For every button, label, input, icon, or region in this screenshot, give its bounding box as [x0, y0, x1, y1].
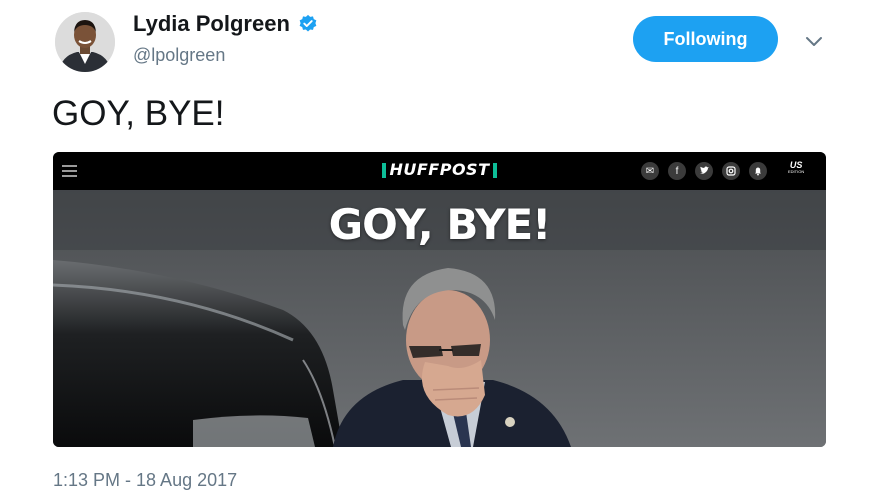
- avatar[interactable]: [55, 12, 115, 72]
- brand-text: HUFFPOST: [389, 160, 490, 179]
- tweet-timestamp[interactable]: 1:13 PM - 18 Aug 2017: [53, 470, 237, 491]
- author-name[interactable]: Lydia Polgreen: [133, 11, 318, 37]
- huffpost-header-bar: HUFFPOST ✉ f US EDITION: [53, 152, 826, 190]
- edition-label: US EDITION: [788, 161, 804, 174]
- edition-sub: EDITION: [788, 169, 805, 174]
- mail-icon: ✉: [641, 162, 659, 180]
- twitter-icon: [695, 162, 713, 180]
- media-headline: GOY, BYE!: [328, 200, 552, 249]
- tweet-media-image[interactable]: HUFFPOST ✉ f US EDITION GOY, BYE!: [53, 152, 826, 447]
- chevron-down-icon[interactable]: [801, 28, 827, 54]
- bell-icon: [749, 162, 767, 180]
- verified-badge-icon: [299, 14, 317, 32]
- author-name-text[interactable]: Lydia Polgreen: [133, 11, 290, 37]
- author-handle[interactable]: @lpolgreen: [133, 45, 225, 66]
- instagram-icon: [722, 162, 740, 180]
- facebook-icon: f: [668, 162, 686, 180]
- following-button[interactable]: Following: [633, 16, 778, 62]
- tweet-text: GOY, BYE!: [52, 94, 225, 133]
